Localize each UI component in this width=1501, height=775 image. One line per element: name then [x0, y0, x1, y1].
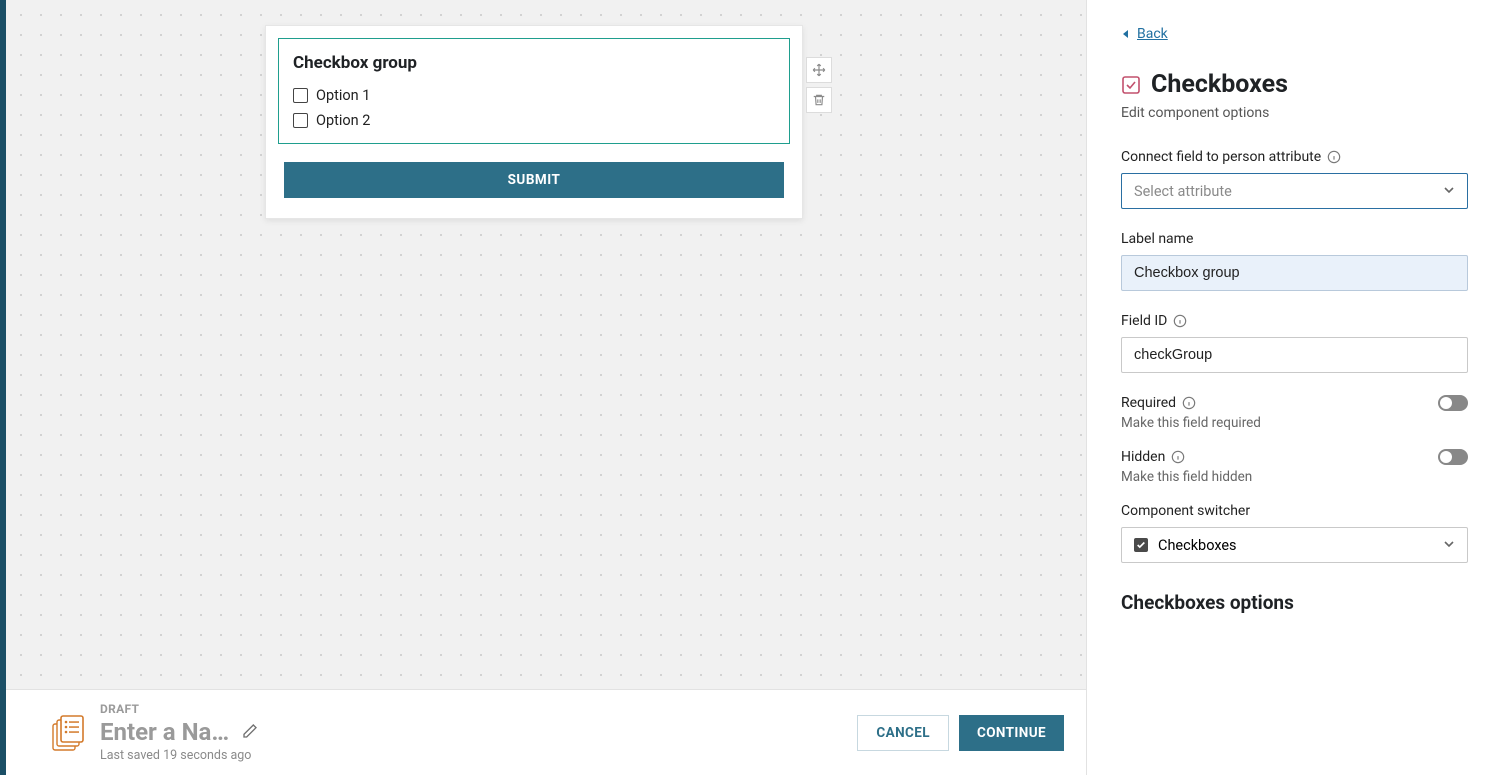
required-label: Required	[1121, 395, 1196, 411]
draft-status: DRAFT	[100, 702, 260, 716]
panel-title: Checkboxes	[1151, 70, 1288, 99]
pencil-icon	[242, 723, 258, 739]
hidden-toggle[interactable]	[1438, 449, 1468, 465]
submit-button[interactable]: SUBMIT	[284, 162, 784, 198]
switcher-value: Checkboxes	[1158, 537, 1237, 554]
option-label: Option 1	[316, 87, 370, 104]
panel-subtitle: Edit component options	[1121, 105, 1468, 121]
checkbox-option[interactable]: Option 2	[293, 108, 775, 133]
trash-icon	[812, 93, 826, 107]
form-stack-icon	[50, 715, 86, 751]
continue-button[interactable]: CONTINUE	[959, 715, 1064, 751]
switcher-label: Component switcher	[1121, 503, 1250, 519]
required-toggle[interactable]	[1438, 395, 1468, 411]
connect-attr-label: Connect field to person attribute	[1121, 149, 1468, 165]
checkbox-icon[interactable]	[293, 113, 308, 128]
checkbox-component-icon	[1121, 75, 1141, 95]
component-switcher-select[interactable]: Checkboxes	[1121, 527, 1468, 563]
properties-panel: Back Checkboxes Edit component options C…	[1086, 0, 1501, 775]
info-icon[interactable]	[1182, 396, 1196, 410]
form-name-input[interactable]: Enter a Name	[100, 718, 230, 746]
form-card[interactable]: Checkbox group Option 1 Option 2 SUBMIT	[265, 25, 803, 219]
component-title: Checkbox group	[293, 53, 775, 73]
back-link[interactable]: Back	[1121, 26, 1468, 42]
option-label: Option 2	[316, 112, 370, 129]
info-icon[interactable]	[1173, 314, 1187, 328]
edit-name-button[interactable]	[242, 723, 260, 741]
checkbox-icon[interactable]	[293, 88, 308, 103]
info-icon[interactable]	[1171, 450, 1185, 464]
checkbox-option[interactable]: Option 1	[293, 83, 775, 108]
caret-left-icon	[1121, 29, 1131, 39]
hidden-label: Hidden	[1121, 449, 1185, 465]
labelname-input[interactable]	[1121, 255, 1468, 291]
required-desc: Make this field required	[1121, 415, 1468, 431]
last-saved-text: Last saved 19 seconds ago	[100, 748, 260, 763]
checkbox-filled-icon	[1134, 538, 1148, 552]
chevron-down-icon	[1443, 537, 1455, 554]
cancel-button[interactable]: CANCEL	[857, 715, 949, 751]
fieldid-input[interactable]	[1121, 337, 1468, 373]
select-placeholder: Select attribute	[1134, 183, 1232, 200]
labelname-label: Label name	[1121, 231, 1193, 247]
footer-bar: DRAFT Enter a Name Last saved 19 seconds…	[6, 689, 1086, 775]
fieldid-label: Field ID	[1121, 313, 1468, 329]
hidden-desc: Make this field hidden	[1121, 469, 1468, 485]
checkbox-options-heading: Checkboxes options	[1121, 591, 1468, 614]
back-label: Back	[1137, 26, 1168, 42]
move-icon	[812, 63, 826, 77]
info-icon[interactable]	[1327, 150, 1341, 164]
form-canvas[interactable]: Checkbox group Option 1 Option 2 SUBMIT	[6, 0, 1086, 689]
delete-button[interactable]	[806, 87, 832, 113]
checkbox-group-component[interactable]: Checkbox group Option 1 Option 2	[278, 38, 790, 144]
move-handle[interactable]	[806, 57, 832, 83]
connect-attr-select[interactable]: Select attribute	[1121, 173, 1468, 209]
chevron-down-icon	[1443, 183, 1455, 200]
